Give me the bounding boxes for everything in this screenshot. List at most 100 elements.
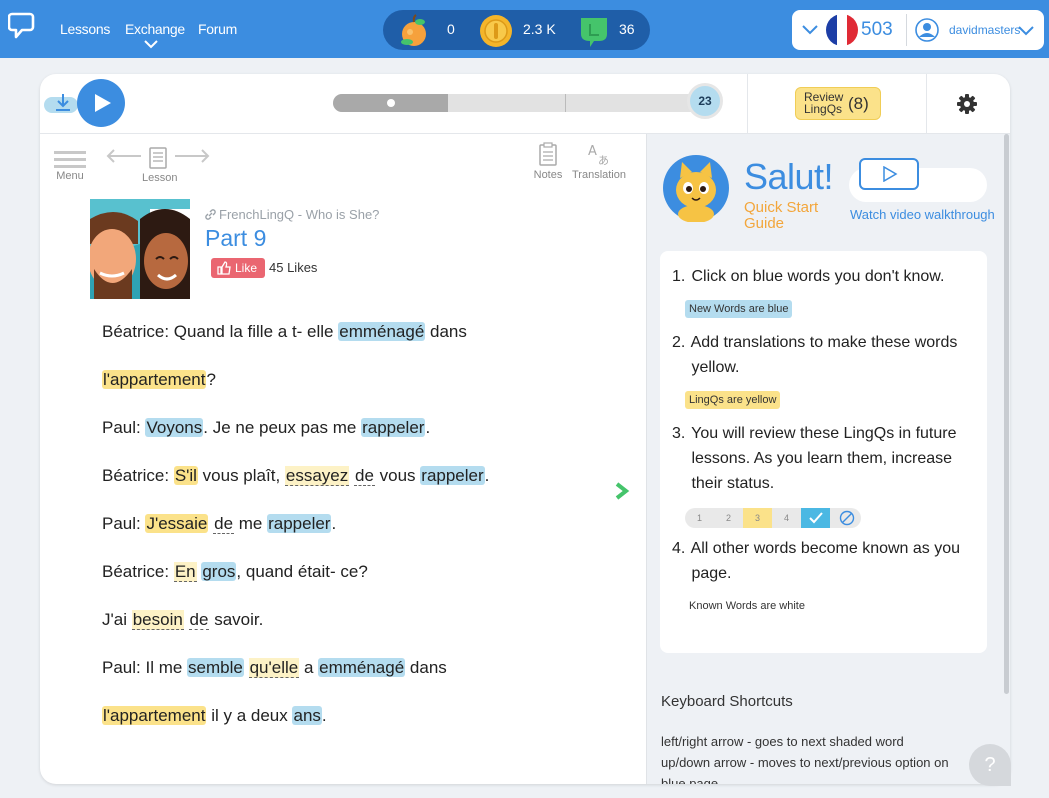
text-segment: Béatrice: [102,466,174,485]
review-lingqs-button[interactable]: Review LingQs (8) [795,87,881,120]
text-segment: . [331,514,337,533]
lesson-button[interactable]: Lesson [142,147,178,184]
lingq-logo-icon[interactable] [8,10,36,40]
new-word[interactable]: rappeler [420,466,485,485]
progress-handle[interactable] [387,99,395,107]
text-segment: savoir. [209,610,264,629]
new-word[interactable]: semble [187,658,244,677]
lingq-icon[interactable] [577,14,611,48]
nav-exchange[interactable]: Exchange [125,21,185,37]
lesson-progress-bar[interactable] [333,94,705,112]
lesson-label: Lesson [142,172,178,184]
new-word[interactable]: gros [201,562,237,581]
nav-lessons[interactable]: Lessons [60,21,110,37]
lingq-word[interactable]: essayez [284,466,350,486]
text-segment: a [299,658,319,677]
translate-icon: Aあ [588,144,609,167]
text-segment: Paul: [102,418,146,437]
text-segment: il y a deux [206,706,293,725]
nav-forum[interactable]: Forum [198,21,237,37]
new-word[interactable]: emménagé [318,658,406,677]
apple-icon[interactable] [397,14,431,48]
ignore-icon [839,510,854,526]
text-segment [184,610,189,629]
download-icon[interactable] [44,92,78,116]
guide-step-1: 1. Click on blue words you don't know. [672,268,945,285]
text-segment: , quand était- ce? [236,562,368,581]
page-number-badge[interactable]: 23 [687,83,723,119]
text-line: Paul: J'essaie de me rappeler. [102,512,336,536]
course-link[interactable]: FrenchLingQ - Who is She? [219,207,379,222]
lingq-word[interactable]: qu'elle [248,658,300,678]
text-segment: dans [405,658,447,677]
text-segment: dans [425,322,467,341]
text-segment: . Je ne peux pas me [203,418,362,437]
text-segment [244,658,249,677]
cat-mascot-icon [663,155,729,222]
text-segment: Béatrice: Quand la fille a t- elle [102,322,339,341]
new-word[interactable]: ans [292,706,322,725]
video-walkthrough-link[interactable]: Watch video walkthrough [850,207,995,222]
text-segment: . [484,466,490,485]
guide-step-2: 2. Add translations to make these words … [672,334,958,376]
notes-button[interactable]: Notes [530,142,566,181]
review-label: Review LingQs [804,90,844,116]
gear-icon[interactable] [957,94,977,114]
text-segment: me [234,514,268,533]
status-3[interactable]: 3 [743,508,772,528]
text-segment: . [425,418,431,437]
check-icon [808,512,823,524]
svg-text:あ: あ [598,154,609,166]
new-words-pill: New Words are blue [685,300,793,318]
play-button[interactable] [77,79,125,127]
known-word[interactable]: de [213,514,235,534]
quick-start-guide-label[interactable]: Quick Start Guide [744,200,818,232]
lesson-icon [149,147,167,169]
guide-steps-card: 1. Click on blue words you don't know. N… [660,251,987,653]
lingq-word[interactable]: besoin [131,610,184,630]
lesson-image[interactable] [90,199,190,299]
translation-button[interactable]: Aあ Translation [570,142,628,181]
divider [747,74,748,134]
coin-icon[interactable] [479,14,513,48]
status-selector: 1 2 3 4 [685,508,861,528]
known-word[interactable]: de [188,610,210,630]
france-flag-icon[interactable] [825,13,859,47]
status-known[interactable] [801,508,830,528]
lingq-word[interactable]: En [173,562,197,582]
new-word[interactable]: rappeler [361,418,426,437]
menu-button[interactable]: Menu [54,151,86,182]
avatar[interactable] [915,18,939,42]
new-word[interactable]: emménagé [338,322,426,341]
new-word[interactable]: rappeler [267,514,332,533]
text-segment: Paul: Il me [102,658,188,677]
username[interactable]: davidmasters [949,23,1020,37]
svg-text:A: A [588,144,597,159]
known-words-count[interactable]: 503 [861,19,893,41]
like-button[interactable]: Like [211,258,265,278]
lingq-word[interactable]: l'appartement [102,706,207,725]
known-word[interactable]: de [354,466,375,486]
help-button[interactable]: ? [969,744,1011,786]
next-page-arrow-icon[interactable] [614,482,630,500]
chevron-down-icon[interactable] [802,24,818,35]
status-1[interactable]: 1 [685,508,714,528]
arrow-right-icon[interactable] [174,149,210,163]
chevron-down-icon[interactable] [1018,25,1034,36]
guide-step-4: 4. All other words become known as you p… [672,540,961,582]
thumbs-up-icon [217,261,231,275]
panel-scrollbar[interactable] [1004,134,1009,694]
lingq-word[interactable]: l'appartement [102,370,207,389]
lingq-word[interactable]: J'essaie [145,514,209,533]
new-word[interactable]: Voyons [145,418,204,437]
video-play-button[interactable] [859,158,919,190]
arrow-left-icon[interactable] [106,149,142,163]
divider [906,14,907,46]
lingq-word[interactable]: S'il [173,466,198,485]
translation-label: Translation [571,169,626,181]
status-ignore[interactable] [832,508,861,528]
play-icon [883,166,898,182]
link-icon [205,209,216,220]
status-4[interactable]: 4 [772,508,801,528]
status-2[interactable]: 2 [714,508,743,528]
